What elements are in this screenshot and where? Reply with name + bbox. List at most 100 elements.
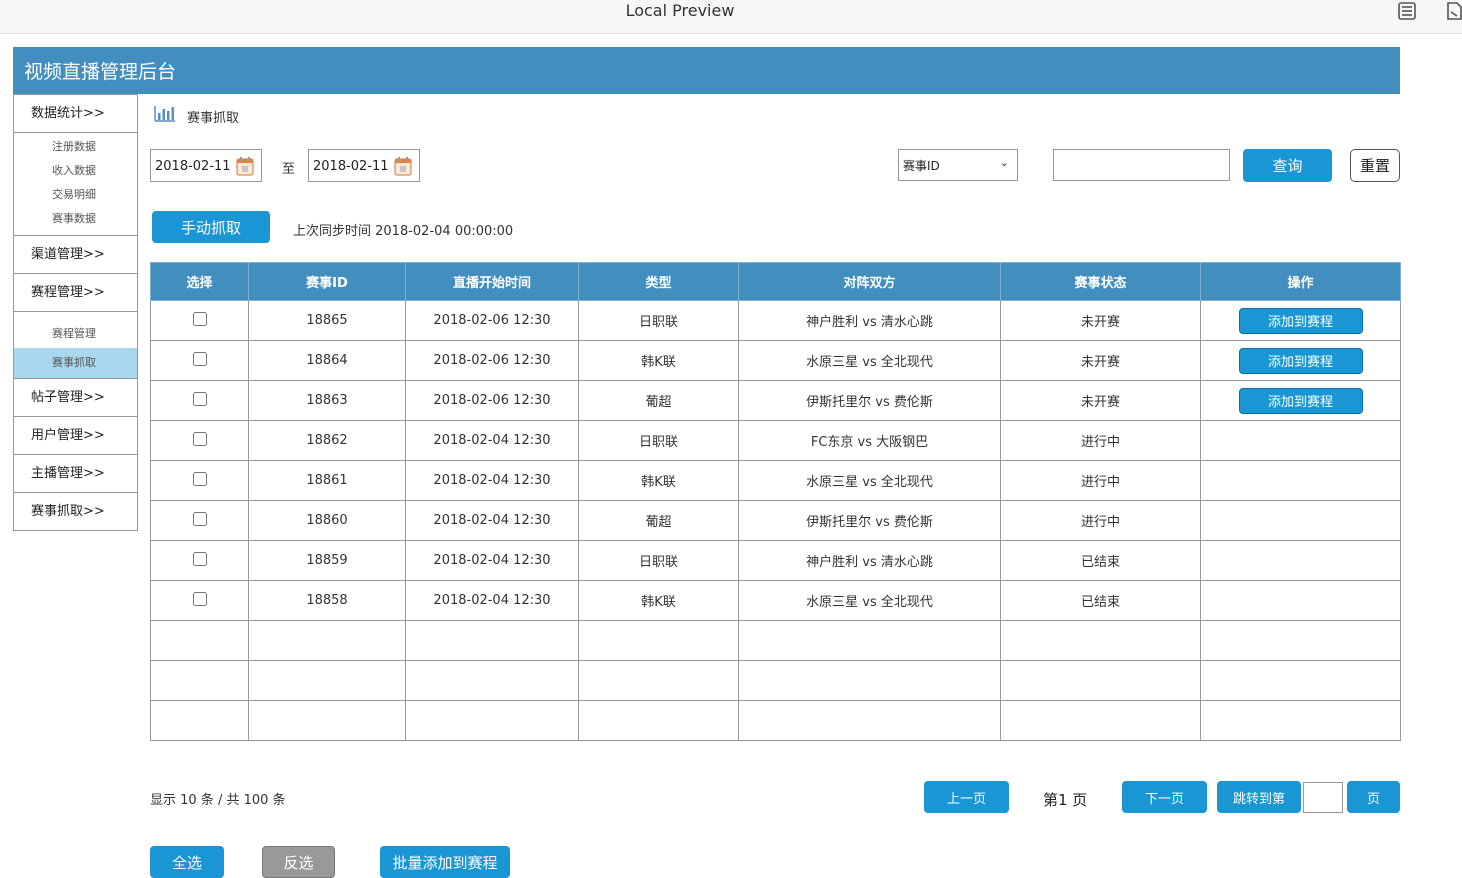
calendar-icon[interactable]	[394, 156, 412, 176]
status-cell: 未开赛	[1000, 300, 1201, 341]
select-cell	[150, 580, 249, 621]
window-title: Local Preview	[625, 1, 735, 20]
invert-selection-button[interactable]: 反选	[262, 846, 335, 878]
table-row: 18862 2018-02-04 12:30 日职联 FC东京 vs 大阪钢巴 进行中	[150, 420, 1401, 461]
select-cell	[150, 420, 249, 461]
manual-fetch-button[interactable]: 手动抓取	[152, 211, 270, 243]
calendar-icon[interactable]	[236, 156, 254, 176]
teams-cell: 伊斯托里尔 vs 费伦斯	[738, 380, 1001, 421]
type-cell: 韩K联	[578, 460, 739, 501]
last-sync-time: 上次同步时间 2018-02-04 00:00:00	[293, 224, 514, 239]
row-checkbox[interactable]	[192, 471, 207, 486]
sub-item-transactions[interactable]: 交易明细	[14, 183, 137, 207]
row-checkbox[interactable]	[192, 551, 207, 566]
start-time-cell: 2018-02-06 12:30	[405, 300, 579, 341]
status-cell: 未开赛	[1000, 340, 1201, 381]
nav-item-users[interactable]: 用户管理>>	[14, 417, 137, 454]
match-table: 选择 赛事ID 直播开始时间 类型 对阵双方 赛事状态 操作 18865 2018…	[150, 262, 1401, 741]
sub-item-match-fetch[interactable]: 赛事抓取	[14, 348, 137, 378]
sub-item-schedule-manage[interactable]: 赛程管理	[14, 320, 137, 348]
type-cell: 葡超	[578, 500, 739, 541]
type-cell: 日职联	[578, 540, 739, 581]
action-cell: 添加到赛程	[1200, 380, 1401, 421]
add-to-schedule-button[interactable]: 添加到赛程	[1238, 307, 1363, 334]
sub-item-match-data[interactable]: 赛事数据	[14, 207, 137, 231]
table-row: 18861 2018-02-04 12:30 韩K联 水原三星 vs 全北现代 进行中	[150, 460, 1401, 501]
row-checkbox[interactable]	[192, 591, 207, 606]
type-cell: 日职联	[578, 420, 739, 461]
add-to-schedule-button[interactable]: 添加到赛程	[1238, 387, 1363, 414]
match-id-cell: 18861	[248, 460, 406, 501]
add-to-schedule-button[interactable]: 添加到赛程	[1238, 347, 1363, 374]
breadcrumb-label: 赛事抓取	[187, 111, 240, 126]
sidebar-nav: 数据统计>> 注册数据 收入数据 交易明细 赛事数据 渠道管理>> 赛程管理>>…	[13, 94, 138, 531]
nav-item-fetch[interactable]: 赛事抓取>>	[14, 493, 137, 530]
action-cell: 添加到赛程	[1200, 300, 1401, 341]
nav-item-anchors[interactable]: 主播管理>>	[14, 455, 137, 492]
status-cell: 进行中	[1000, 420, 1201, 461]
jump-to-page-button[interactable]: 跳转到第	[1217, 781, 1301, 813]
prev-page-button[interactable]: 上一页	[924, 781, 1009, 813]
jump-page-input[interactable]	[1303, 782, 1343, 813]
row-checkbox[interactable]	[192, 431, 207, 446]
col-action: 操作	[1200, 262, 1401, 301]
record-summary: 显示 10 条 / 共 100 条	[150, 793, 286, 808]
type-cell: 韩K联	[578, 340, 739, 381]
nav-item-schedule[interactable]: 赛程管理>>	[14, 274, 137, 311]
status-cell: 已结束	[1000, 580, 1201, 621]
end-date-picker[interactable]	[308, 149, 420, 182]
col-type: 类型	[578, 262, 739, 301]
action-cell	[1200, 580, 1401, 621]
end-date-input[interactable]	[313, 156, 393, 176]
date-range-separator: 至	[282, 162, 296, 177]
start-time-cell: 2018-02-04 12:30	[405, 500, 579, 541]
page-go-button[interactable]: 页	[1347, 781, 1400, 813]
select-cell	[150, 380, 249, 421]
match-id-cell: 18859	[248, 540, 406, 581]
teams-cell: 神户胜利 vs 清水心跳	[738, 540, 1001, 581]
search-input[interactable]	[1053, 149, 1230, 181]
start-date-picker[interactable]	[150, 149, 262, 182]
list-icon[interactable]	[1398, 2, 1416, 20]
start-date-input[interactable]	[155, 156, 235, 176]
row-checkbox[interactable]	[192, 391, 207, 406]
start-time-cell: 2018-02-04 12:30	[405, 540, 579, 581]
document-icon[interactable]	[1446, 2, 1462, 20]
nav-item-stats[interactable]: 数据统计>>	[14, 95, 137, 132]
match-id-cell: 18860	[248, 500, 406, 541]
select-cell	[150, 460, 249, 501]
select-cell	[150, 500, 249, 541]
row-checkbox[interactable]	[192, 351, 207, 366]
next-page-button[interactable]: 下一页	[1122, 781, 1207, 813]
nav-group-channels: 渠道管理>>	[13, 236, 138, 274]
select-all-button[interactable]: 全选	[150, 846, 224, 878]
nav-item-channels[interactable]: 渠道管理>>	[14, 236, 137, 273]
nav-item-posts[interactable]: 帖子管理>>	[14, 379, 137, 416]
reset-button[interactable]: 重置	[1350, 149, 1400, 182]
teams-cell: 水原三星 vs 全北现代	[738, 460, 1001, 501]
row-checkbox[interactable]	[192, 511, 207, 526]
search-field-value: 赛事ID	[903, 159, 940, 173]
search-field-select[interactable]: 赛事ID ⌄	[898, 149, 1018, 181]
sub-item-register-data[interactable]: 注册数据	[14, 135, 137, 159]
table-row: 18858 2018-02-04 12:30 韩K联 水原三星 vs 全北现代 已结束	[150, 580, 1401, 621]
row-checkbox[interactable]	[192, 311, 207, 326]
window-title-bar: Local Preview	[0, 0, 1462, 34]
start-time-cell: 2018-02-06 12:30	[405, 340, 579, 381]
col-teams: 对阵双方	[738, 262, 1001, 301]
status-cell: 进行中	[1000, 460, 1201, 501]
nav-group-anchors: 主播管理>>	[13, 455, 138, 493]
nav-group-users: 用户管理>>	[13, 417, 138, 455]
action-cell	[1200, 540, 1401, 581]
batch-add-button[interactable]: 批量添加到赛程	[380, 846, 510, 878]
col-match-id: 赛事ID	[248, 262, 406, 301]
type-cell: 韩K联	[578, 580, 739, 621]
action-cell: 添加到赛程	[1200, 340, 1401, 381]
col-start-time: 直播开始时间	[405, 262, 579, 301]
nav-group-schedule: 赛程管理>> 赛程管理 赛事抓取	[13, 274, 138, 379]
teams-cell: 水原三星 vs 全北现代	[738, 340, 1001, 381]
query-button[interactable]: 查询	[1243, 149, 1332, 182]
table-row: 18864 2018-02-06 12:30 韩K联 水原三星 vs 全北现代 未开赛 添…	[150, 340, 1401, 381]
sub-item-income-data[interactable]: 收入数据	[14, 159, 137, 183]
nav-group-fetch: 赛事抓取>>	[13, 493, 138, 531]
